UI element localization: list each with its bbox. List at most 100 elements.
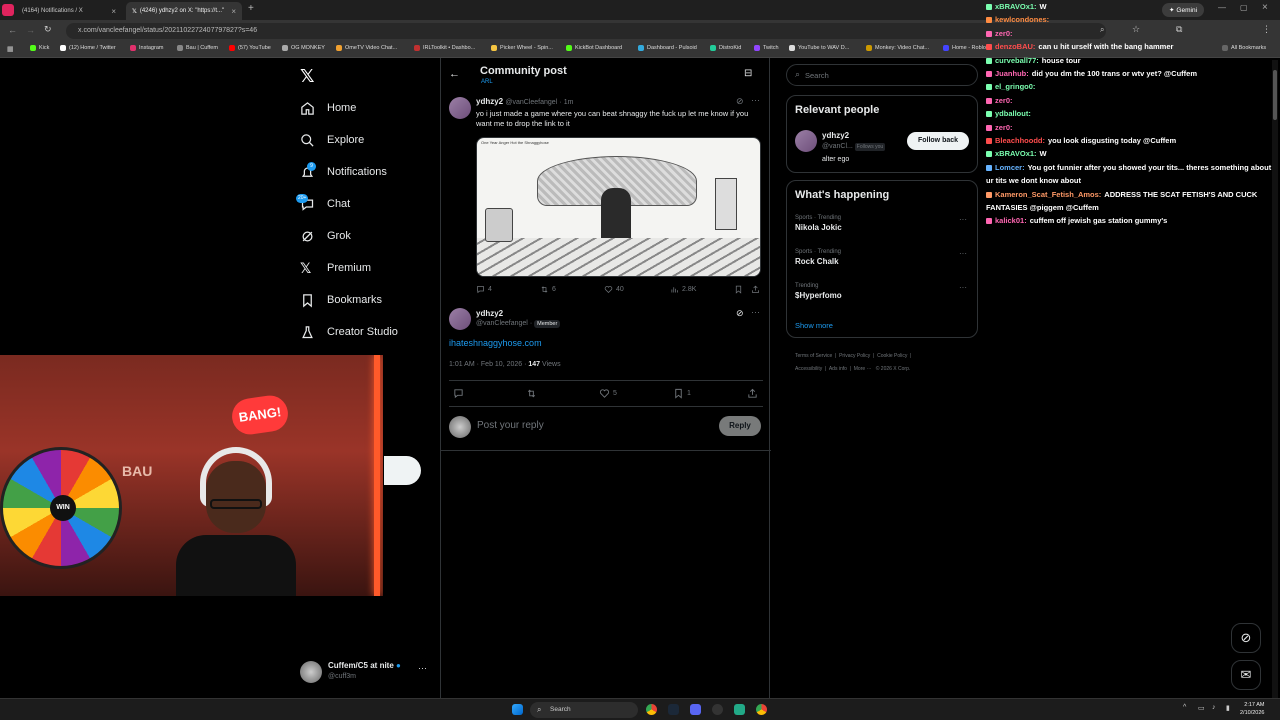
extensions-icon[interactable]: ⧉ bbox=[1176, 24, 1182, 35]
reply-button[interactable]: Reply bbox=[719, 416, 761, 436]
chat-username[interactable]: zer0: bbox=[995, 29, 1013, 38]
close-window-icon[interactable]: × bbox=[1262, 2, 1268, 13]
chat-username[interactable]: Bleachhoodd: bbox=[995, 136, 1045, 145]
chat-username[interactable]: Kameron_Scat_Fetish_Amos: bbox=[995, 190, 1101, 199]
tray-chevron-icon[interactable]: ^ bbox=[1183, 704, 1186, 711]
bookmark-item[interactable]: (12) Home / Twitter bbox=[60, 45, 116, 51]
nav-chat[interactable]: Chat 20+ bbox=[296, 193, 350, 215]
taskbar-search[interactable]: ⌕ Search bbox=[530, 702, 638, 718]
follow-back-button[interactable]: Follow back bbox=[907, 132, 969, 150]
reply-more-icon[interactable]: ··· bbox=[751, 307, 760, 317]
steam-icon[interactable] bbox=[668, 704, 679, 715]
page-subtitle[interactable]: ARL bbox=[481, 79, 493, 85]
chat-username[interactable]: Lomcer: bbox=[995, 163, 1025, 172]
new-tab-icon[interactable]: + bbox=[248, 3, 254, 14]
reader-icon[interactable]: ⊟ bbox=[744, 68, 752, 79]
close-icon[interactable]: × bbox=[111, 7, 116, 16]
post-avatar[interactable] bbox=[449, 97, 471, 119]
trend-more-icon[interactable]: ··· bbox=[959, 249, 967, 258]
chat-username[interactable]: el_gringo0: bbox=[995, 82, 1035, 91]
chat-username[interactable]: xBRAVOx1: bbox=[995, 149, 1037, 158]
relevant-avatar[interactable] bbox=[795, 130, 817, 152]
gemini-button[interactable]: ✦ Gemini bbox=[1162, 3, 1204, 17]
repost-count[interactable]: 6 bbox=[540, 285, 556, 294]
chrome-icon[interactable] bbox=[646, 704, 657, 715]
nav-bookmarks[interactable]: Bookmarks bbox=[300, 289, 382, 311]
chat-username[interactable]: kalick01: bbox=[995, 216, 1027, 225]
back-icon[interactable]: ← bbox=[8, 25, 17, 35]
bookmark-item[interactable]: Picker Wheel - Spin... bbox=[491, 45, 553, 51]
nav-notifications[interactable]: Notifications 9 bbox=[300, 161, 387, 183]
reply-handle-text[interactable]: @vanCleefangel bbox=[476, 320, 528, 327]
show-more-link[interactable]: Show more bbox=[795, 321, 833, 330]
apps-icon[interactable]: ▦ bbox=[7, 45, 14, 53]
reply-share[interactable] bbox=[747, 388, 758, 399]
search-input[interactable]: ⌕ Search bbox=[786, 64, 978, 86]
composer-input[interactable]: Post your reply bbox=[477, 420, 677, 431]
volume-icon[interactable]: ♪ bbox=[1212, 704, 1216, 711]
relevant-name[interactable]: ydhzy2 bbox=[822, 131, 849, 140]
chat-username[interactable]: curveball77: bbox=[995, 56, 1039, 65]
minimize-icon[interactable]: — bbox=[1218, 3, 1226, 12]
footer-link[interactable]: Ads info bbox=[829, 366, 847, 372]
bookmark-item[interactable]: Instagram bbox=[130, 45, 163, 51]
more-icon[interactable]: ··· bbox=[418, 663, 427, 673]
reply-like[interactable]: 5 bbox=[599, 388, 617, 399]
clock[interactable]: 2:17 AM 2/10/2026 bbox=[1240, 701, 1264, 717]
bookmark-item[interactable]: OG MONKEY bbox=[282, 45, 325, 51]
grok-reply-icon[interactable]: ⊘ bbox=[736, 308, 744, 319]
tab-notifications[interactable]: (4164) Notifications / X × bbox=[16, 2, 122, 20]
messages-float-button[interactable]: ✉ bbox=[1231, 660, 1261, 690]
zoom-icon[interactable]: ⌕ bbox=[1100, 25, 1104, 35]
account-switcher[interactable]: Cuffem/C5 at nite ● @cuff3m ··· bbox=[298, 659, 430, 685]
footer-link[interactable]: More ··· bbox=[854, 366, 872, 372]
windows-start-icon[interactable] bbox=[512, 704, 523, 715]
bookmark-item[interactable]: Monkey: Video Chat... bbox=[866, 45, 929, 51]
reply-avatar[interactable] bbox=[449, 308, 471, 330]
post-image[interactable]: One Year Anger Hot the Shnaggyhose bbox=[476, 137, 761, 277]
grok-float-button[interactable]: ⊘ bbox=[1231, 623, 1261, 653]
close-icon[interactable]: × bbox=[231, 7, 236, 16]
x-logo-icon[interactable]: 𝕏 bbox=[300, 66, 315, 87]
scrollbar[interactable] bbox=[1272, 60, 1278, 698]
like-count[interactable]: 40 bbox=[604, 285, 624, 294]
trend-more-icon[interactable]: ··· bbox=[959, 283, 967, 292]
bookmark-item[interactable]: KickBot Dashboard bbox=[566, 45, 622, 51]
chat-username[interactable]: zer0: bbox=[995, 96, 1013, 105]
reply-timestamp[interactable]: 1:01 AM · Feb 10, 2026 · bbox=[449, 361, 526, 368]
maximize-icon[interactable]: ▢ bbox=[1240, 3, 1248, 12]
bookmark-item[interactable]: Bau | Cuffem bbox=[177, 45, 218, 51]
reload-icon[interactable]: ↻ bbox=[44, 24, 52, 35]
footer-link[interactable]: Accessibility bbox=[795, 366, 822, 372]
nav-grok[interactable]: Grok bbox=[300, 225, 351, 247]
chat-username[interactable]: Juanhub: bbox=[995, 69, 1029, 78]
chat-username[interactable]: kewlcondones: bbox=[995, 15, 1049, 24]
footer-link[interactable]: Terms of Service bbox=[795, 353, 832, 359]
battery-icon[interactable]: ▮ bbox=[1226, 704, 1230, 712]
bookmark-item[interactable]: Kick bbox=[30, 45, 49, 51]
tab-post[interactable]: 𝕏 (4246) ydhzy2 on X: "https://t..." × bbox=[126, 2, 242, 20]
views-count[interactable]: 2.8K bbox=[670, 285, 696, 294]
bookmark-item[interactable]: Twitch bbox=[754, 45, 779, 51]
reply-count[interactable]: 4 bbox=[476, 285, 492, 294]
bookmark-item[interactable]: All Bookmarks bbox=[1222, 45, 1266, 51]
bookmark-item[interactable]: YouTube to WAV D... bbox=[789, 45, 849, 51]
nav-premium[interactable]: 𝕏 Premium bbox=[300, 257, 371, 279]
nav-home[interactable]: Home bbox=[300, 97, 356, 119]
bookmark-item[interactable]: IRLToolkit • Dashbo... bbox=[414, 45, 475, 51]
post-more-icon[interactable]: ··· bbox=[751, 95, 760, 105]
back-arrow-icon[interactable]: ← bbox=[449, 68, 460, 80]
reply-action[interactable] bbox=[453, 388, 464, 399]
post-author-handle[interactable]: @vanCleefangel bbox=[505, 99, 557, 106]
footer-link[interactable]: Cookie Policy bbox=[877, 353, 907, 359]
post-time[interactable]: · 1m bbox=[559, 99, 573, 106]
bookmark-item[interactable]: Dashboard - Pulsoid bbox=[638, 45, 697, 51]
reply-bookmark[interactable]: 1 bbox=[673, 388, 691, 399]
chat-username[interactable]: zer0: bbox=[995, 123, 1013, 132]
network-icon[interactable]: ▭ bbox=[1198, 704, 1205, 712]
chat-username[interactable]: denzoBAU: bbox=[995, 42, 1035, 51]
trend-item[interactable]: Sports · Trending Rock Chalk ··· bbox=[795, 249, 971, 273]
obs-icon[interactable] bbox=[712, 704, 723, 715]
repost-action[interactable] bbox=[526, 388, 537, 399]
url-input[interactable]: x.com/vancleefangel/status/2021102272407… bbox=[66, 23, 1106, 39]
